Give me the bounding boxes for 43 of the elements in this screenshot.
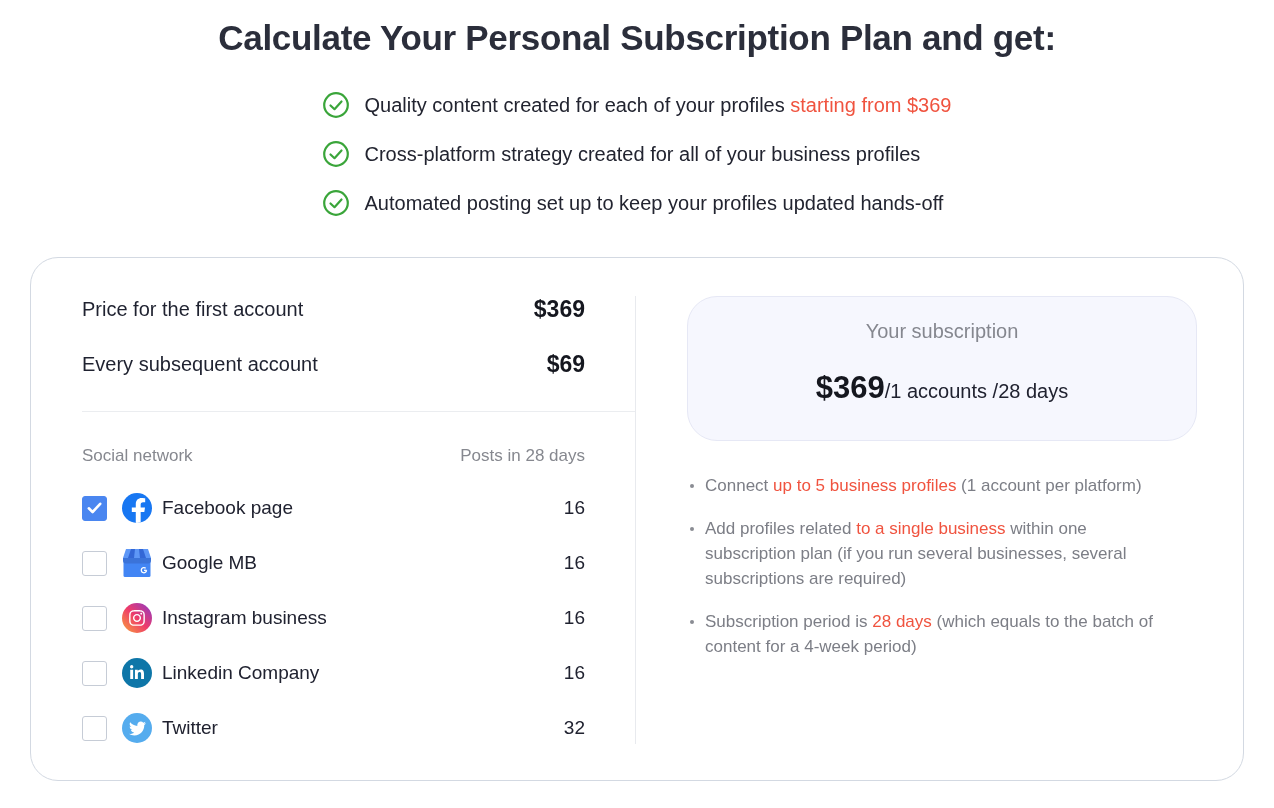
network-name: Instagram business	[162, 606, 327, 630]
column-header: Posts in 28 days	[460, 446, 585, 466]
column-header: Social network	[82, 446, 193, 466]
checkbox[interactable]	[82, 550, 107, 576]
check-circle-icon	[322, 141, 349, 167]
note-text: Add profiles related to a single business within one subscription plan (if you run several businesses, several subscriptions are required)	[705, 518, 1128, 590]
bullet-icon	[690, 620, 694, 624]
checkbox[interactable]	[82, 660, 107, 686]
network-name: Google MB	[162, 551, 258, 575]
posts-count: 16	[563, 551, 585, 575]
posts-count: 16	[563, 496, 585, 520]
posts-count: 16	[563, 661, 585, 685]
checkbox[interactable]	[82, 495, 107, 521]
network-name: Twitter	[162, 716, 218, 740]
price-label: Every subsequent account	[82, 352, 318, 377]
check-circle-icon	[322, 92, 349, 118]
network-name: Facebook page	[162, 496, 293, 520]
benefit-text: Quality content created for each of your profiles starting from $369	[364, 93, 952, 118]
facebook-icon	[122, 493, 152, 523]
checkbox[interactable]	[82, 605, 107, 631]
price-value: $369	[533, 296, 585, 322]
bullet-icon	[690, 527, 694, 531]
page-heading: Calculate Your Personal Subscription Plan and get:	[218, 17, 1056, 59]
note-text: Subscription period is 28 days (which equals to the batch of content for a 4-week period)	[705, 611, 1154, 658]
benefit-text: Cross-platform strategy created for all of your business profiles	[364, 142, 921, 167]
checkbox[interactable]	[82, 715, 107, 741]
price-value: $69	[546, 351, 585, 377]
note-text: Connect up to 5 business profiles (1 account per platform)	[705, 475, 1142, 497]
twitter-bird-icon	[122, 713, 152, 743]
summary-price: $369	[815, 369, 885, 407]
price-label: Price for the first account	[82, 297, 304, 322]
instagram-icon	[122, 603, 152, 633]
summary-terms: /1 accounts /28 days	[884, 380, 1069, 404]
posts-count: 16	[563, 606, 585, 630]
posts-count: 32	[563, 716, 585, 740]
summary-title: Your subscription	[865, 319, 1019, 343]
bullet-icon	[690, 484, 694, 488]
store-icon	[122, 548, 152, 578]
linkedin-icon	[122, 658, 152, 688]
network-name: Linkedin Company	[162, 661, 320, 685]
checkmark-icon	[87, 502, 102, 514]
benefit-text: Automated posting set up to keep your profiles updated hands-off	[364, 191, 944, 216]
check-circle-icon	[322, 190, 349, 216]
